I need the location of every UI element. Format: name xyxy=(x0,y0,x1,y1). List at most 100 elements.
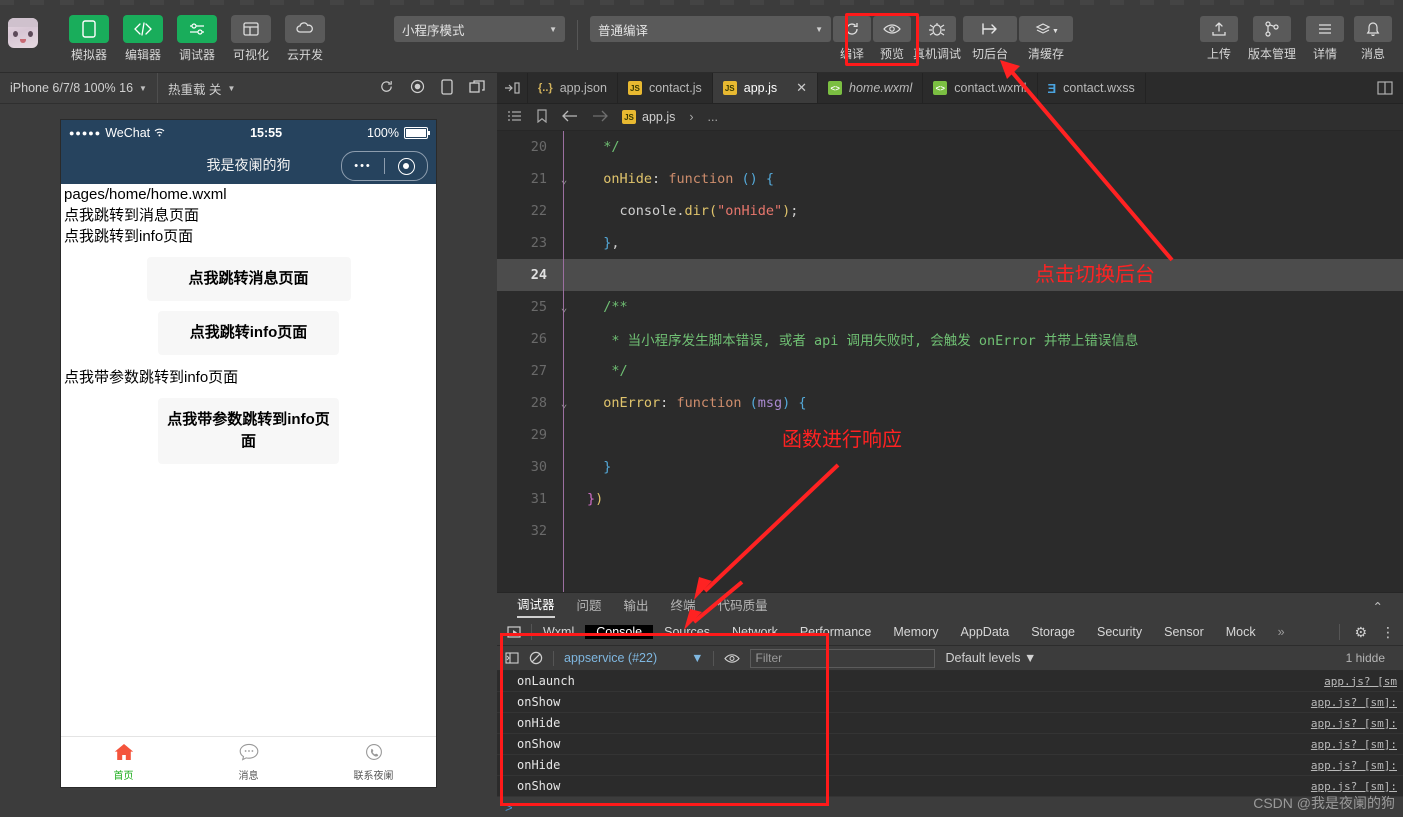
close-capsule-icon[interactable] xyxy=(385,157,427,175)
goto-message-button[interactable]: 点我跳转消息页面 xyxy=(146,257,351,301)
code-editor[interactable]: 20 */ 21 ⌄ onHide: function () {22 console… xyxy=(497,131,1403,592)
panel-tab-terminal[interactable]: 终端 xyxy=(671,595,696,617)
clear-console-icon[interactable] xyxy=(529,651,543,665)
toolbar-compile[interactable]: 编译 xyxy=(833,0,871,62)
devtools-tab-console[interactable]: Console xyxy=(585,625,654,639)
compile-select[interactable]: 普通编译 ▼ xyxy=(590,16,831,42)
split-editor-icon[interactable] xyxy=(1367,73,1403,103)
code-line[interactable]: 28 ⌄ onError: function (msg) { xyxy=(497,387,1403,419)
toolbar-visualization[interactable]: 可视化 xyxy=(227,0,275,63)
open-editors-icon[interactable] xyxy=(497,73,528,103)
record-icon[interactable] xyxy=(410,79,425,97)
toolbar-switch-background[interactable]: 切后台 xyxy=(963,0,1018,62)
editor-tab-contact-wxml[interactable]: <> contact.wxml xyxy=(923,73,1038,103)
console-eye-icon[interactable] xyxy=(724,653,741,664)
devtools-tab-performance[interactable]: Performance xyxy=(789,625,883,639)
code-line[interactable]: 21 ⌄ onHide: function () { xyxy=(497,163,1403,195)
devtools-tab-security[interactable]: Security xyxy=(1086,625,1153,639)
console-message-row[interactable]: onHide app.js? [sm]: xyxy=(497,713,1403,734)
toolbar-debugger[interactable]: 调试器 xyxy=(173,0,221,63)
toolbar-real-device-debug[interactable]: 真机调试 xyxy=(913,0,961,62)
bookmark-icon[interactable] xyxy=(536,108,548,126)
devtools-tab-mock[interactable]: Mock xyxy=(1215,625,1267,639)
editor-tab-app-js[interactable]: JS app.js ✕ xyxy=(712,73,819,103)
mode-select[interactable]: 小程序模式 ▼ xyxy=(394,16,565,42)
chevron-down-icon[interactable]: ⌄ xyxy=(555,397,573,410)
console-message-row[interactable]: onShow app.js? [sm]: xyxy=(497,734,1403,755)
page-link-info[interactable]: 点我跳转到info页面 xyxy=(61,226,436,247)
console-filter-input[interactable]: Filter xyxy=(750,648,936,668)
code-line[interactable]: 31}) xyxy=(497,483,1403,515)
console-message-row[interactable]: onLaunch app.js? [sm xyxy=(497,671,1403,692)
panel-tab-output[interactable]: 输出 xyxy=(624,595,649,617)
detach-window-icon[interactable] xyxy=(469,79,485,97)
page-link-info-params[interactable]: 点我带参数跳转到info页面 xyxy=(61,367,436,388)
toolbar-version-control[interactable]: 版本管理 xyxy=(1248,0,1296,62)
devtools-tab-network[interactable]: Network xyxy=(721,625,789,639)
console-message-source[interactable]: app.js? [sm]: xyxy=(1311,759,1397,772)
code-line[interactable]: 26 * 当小程序发生脚本错误, 或者 api 调用失败时, 会触发 onErr… xyxy=(497,323,1403,355)
console-sidebar-icon[interactable] xyxy=(505,652,519,664)
more-dots-icon[interactable]: ••• xyxy=(342,160,384,172)
wechat-capsule[interactable]: ••• xyxy=(341,151,428,181)
close-icon[interactable]: ✕ xyxy=(796,80,807,96)
code-line[interactable]: 29 xyxy=(497,419,1403,451)
nav-forward-icon[interactable] xyxy=(592,110,608,125)
phone-simulator[interactable]: ●●●●● WeChat 15:55 100% 我是夜阑的狗 ••• pages… xyxy=(61,120,436,787)
toolbar-messages[interactable]: 消息 xyxy=(1354,0,1392,62)
devtools-tab-sensor[interactable]: Sensor xyxy=(1153,625,1215,639)
code-line[interactable]: 22 console.dir("onHide"); xyxy=(497,195,1403,227)
toolbar-simulator[interactable]: 模拟器 xyxy=(65,0,113,63)
goto-info-with-params-button[interactable]: 点我带参数跳转到info页面 xyxy=(158,398,339,464)
device-frame-icon[interactable] xyxy=(441,78,453,98)
nav-back-icon[interactable] xyxy=(562,110,578,125)
inspect-element-icon[interactable] xyxy=(497,625,531,639)
toolbar-details[interactable]: 详情 xyxy=(1306,0,1344,62)
device-select[interactable]: iPhone 6/7/8 100% 16 ▼ xyxy=(0,73,157,103)
breadcrumb-file[interactable]: JS app.js xyxy=(622,110,675,124)
tabbar-item-message[interactable]: 消息 xyxy=(186,742,311,782)
page-link-message[interactable]: 点我跳转到消息页面 xyxy=(61,205,436,226)
avatar[interactable] xyxy=(8,18,38,48)
code-line[interactable]: 25 ⌄ /** xyxy=(497,291,1403,323)
editor-tab-contact-js[interactable]: JS contact.js xyxy=(618,73,713,103)
toolbar-upload[interactable]: 上传 xyxy=(1199,0,1238,62)
devtools-tab-storage[interactable]: Storage xyxy=(1020,625,1086,639)
tabbar-item-home[interactable]: 首页 xyxy=(61,742,186,782)
editor-tab-contact-wxss[interactable]: Ǝ contact.wxss xyxy=(1038,73,1146,103)
hot-reload-select[interactable]: 热重载 关 ▼ xyxy=(158,73,245,103)
console-message-list[interactable]: onLaunch app.js? [sm onShow app.js? [sm]: on… xyxy=(497,671,1403,797)
more-vertical-icon[interactable]: ⋮ xyxy=(1381,624,1395,641)
console-context-select[interactable]: appservice (#22) ▼ xyxy=(564,651,703,665)
console-message-source[interactable]: app.js? [sm xyxy=(1324,675,1397,688)
panel-tab-debugger[interactable]: 调试器 xyxy=(517,594,555,618)
code-line[interactable]: 24 xyxy=(497,259,1403,291)
console-message-source[interactable]: app.js? [sm]: xyxy=(1311,738,1397,751)
code-line[interactable]: 27 */ xyxy=(497,355,1403,387)
collapse-panel-icon[interactable]: ⌃ xyxy=(1373,599,1383,614)
code-line[interactable]: 30 } xyxy=(497,451,1403,483)
code-line[interactable]: 20 */ xyxy=(497,131,1403,163)
devtools-tab-appdata[interactable]: AppData xyxy=(950,625,1021,639)
toolbar-preview[interactable]: 预览 xyxy=(873,0,911,62)
code-line[interactable]: 23 }, xyxy=(497,227,1403,259)
tabbar-item-contact[interactable]: 联系夜阑 xyxy=(311,742,436,782)
chevron-down-icon[interactable]: ⌄ xyxy=(555,173,573,186)
panel-tab-code-quality[interactable]: 代码质量 xyxy=(718,595,768,617)
console-message-row[interactable]: onShow app.js? [sm]: xyxy=(497,692,1403,713)
console-message-source[interactable]: app.js? [sm]: xyxy=(1311,717,1397,730)
editor-tab-app-json[interactable]: {..} app.json xyxy=(528,73,618,103)
devtools-more-tabs-icon[interactable]: » xyxy=(1267,625,1296,639)
refresh-simulator-icon[interactable] xyxy=(379,79,394,97)
console-levels-select[interactable]: Default levels ▼ xyxy=(945,651,1036,665)
gear-icon[interactable]: ⚙ xyxy=(1354,624,1367,641)
toolbar-clear-cache[interactable]: ▼ 清缓存 xyxy=(1019,0,1074,62)
toolbar-cloud[interactable]: 云开发 xyxy=(281,0,329,63)
console-message-source[interactable]: app.js? [sm]: xyxy=(1311,696,1397,709)
toolbar-editor[interactable]: 编辑器 xyxy=(119,0,167,63)
devtools-tab-wxml[interactable]: Wxml xyxy=(532,625,585,639)
console-message-row[interactable]: onHide app.js? [sm]: xyxy=(497,755,1403,776)
devtools-tab-memory[interactable]: Memory xyxy=(882,625,949,639)
editor-tab-home-wxml[interactable]: <> home.wxml xyxy=(818,73,924,103)
code-line[interactable]: 32 xyxy=(497,515,1403,547)
